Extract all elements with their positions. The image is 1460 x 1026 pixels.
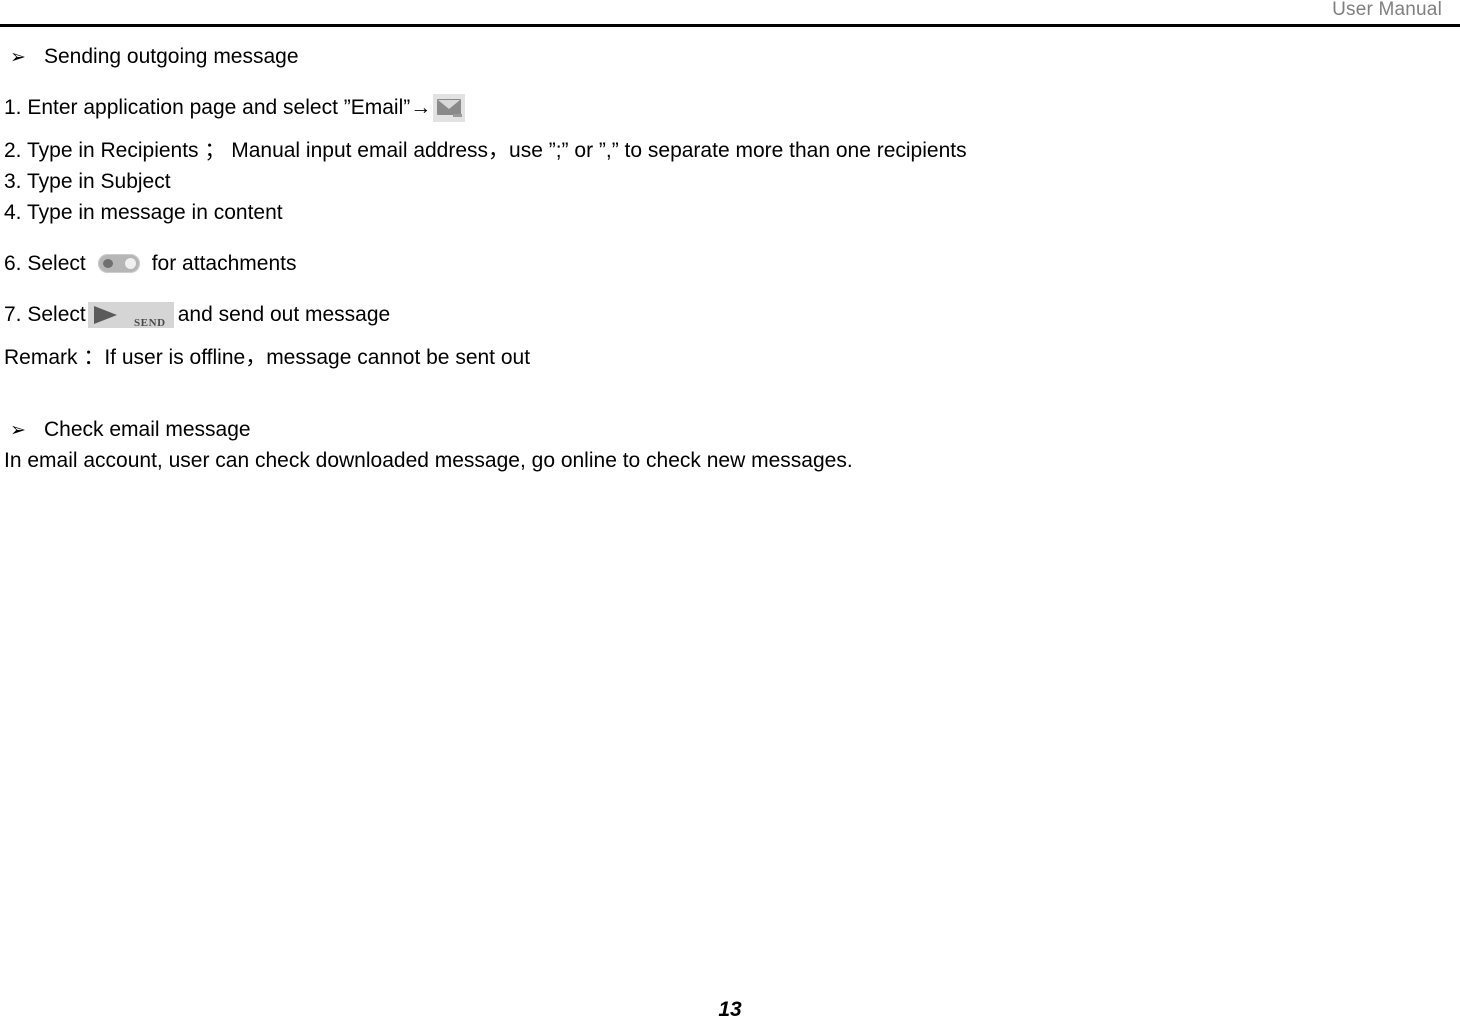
header-divider [0, 24, 1460, 27]
step-6: 6. Select for attachments [0, 248, 1460, 279]
section-heading-check: ➢ Check email message [0, 415, 1460, 445]
page-header: User Manual [0, 0, 1460, 30]
attachment-dot-right [124, 258, 136, 269]
page-content: ➢ Sending outgoing message 1. Enter appl… [0, 30, 1460, 476]
step-7: 7. Select SEND and send out message [0, 299, 1460, 330]
step-7-text-before: 7. Select [4, 303, 86, 326]
arrow-bullet-icon: ➢ [10, 419, 26, 441]
send-button-label: SEND [133, 316, 166, 329]
header-title: User Manual [1332, 0, 1442, 20]
envelope-tail [453, 113, 463, 117]
step-7-text-after: and send out message [177, 303, 391, 326]
manual-page: User Manual ➢ Sending outgoing message 1… [0, 0, 1460, 1026]
attachment-button-icon [97, 254, 140, 273]
step-3: 3. Type in Subject [4, 170, 171, 193]
envelope-body [437, 98, 462, 115]
step-6-text-after: for attachments [151, 252, 297, 275]
page-footer: 13 [0, 998, 1460, 1022]
step-6-text-before: 6. Select [4, 252, 86, 275]
send-arrow-icon [93, 305, 117, 324]
step-4: 4. Type in message in content [4, 201, 283, 224]
section-heading-text: Check email message [44, 418, 251, 441]
email-envelope-icon [433, 93, 466, 122]
page-number: 13 [718, 998, 742, 1021]
attachment-dot-left [102, 259, 113, 268]
send-button-icon: SEND [87, 301, 174, 329]
arrow-bullet-icon: ➢ [10, 46, 26, 68]
step-2: 2. Type in Recipients ； Manual input ema… [4, 139, 967, 162]
section-heading-text: Sending outgoing message [44, 45, 299, 68]
remark-note: Remark ：If user is offline，message canno… [4, 346, 531, 369]
section-body-check: In email account, user can check downloa… [4, 449, 853, 472]
section-heading-sending: ➢ Sending outgoing message [0, 42, 1460, 72]
step-1: 1. Enter application page and select ”Em… [0, 92, 1460, 123]
step-1-text: 1. Enter application page and select ”Em… [4, 96, 432, 119]
